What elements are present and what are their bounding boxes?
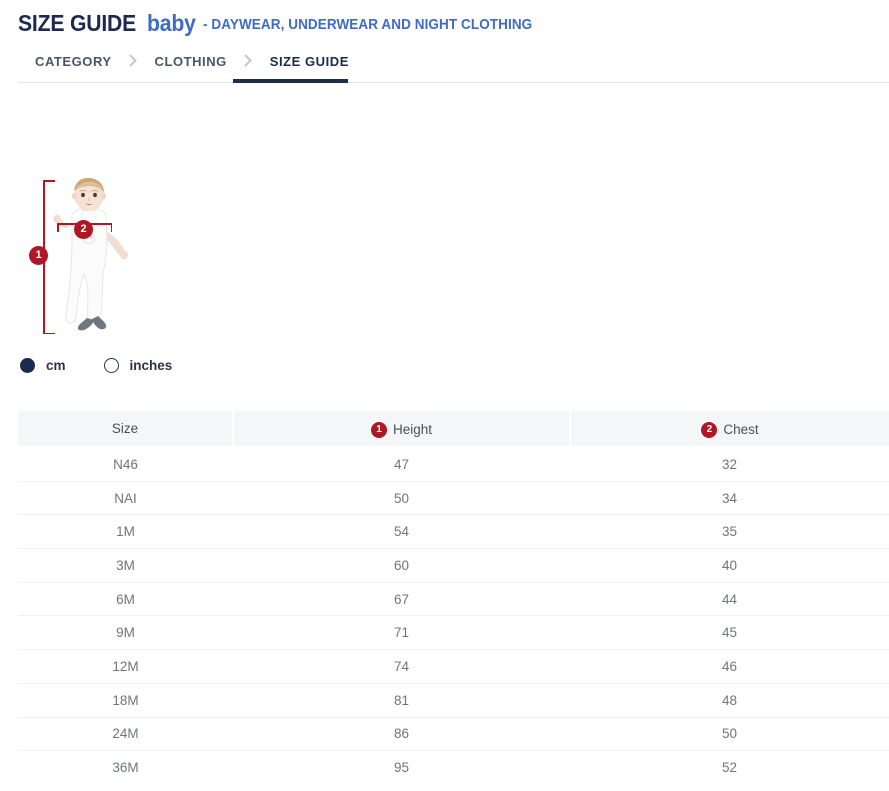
unit-selector: cm inches	[20, 358, 210, 373]
cell-chest: 32	[570, 447, 889, 481]
cell-chest: 34	[570, 481, 889, 515]
page-title-main: SIZE GUIDE	[18, 12, 136, 35]
cell-height: 95	[233, 751, 570, 784]
table-row: 36M 95 52	[18, 751, 889, 784]
radio-cm[interactable]	[20, 358, 35, 373]
breadcrumb-item-category[interactable]: CATEGORY	[35, 50, 112, 81]
size-guide-table: Size 1 Height 2 Chest N46 47 32	[18, 411, 889, 784]
cell-size: 6M	[18, 582, 233, 616]
column-badge-2: 2	[701, 422, 717, 438]
column-header-height: 1 Height	[233, 411, 570, 447]
cell-size: NAI	[18, 481, 233, 515]
height-measure-cap-bottom	[43, 333, 55, 335]
breadcrumb-item-clothing[interactable]: CLOTHING	[155, 50, 227, 81]
page-title-tagline: - DAYWEAR, UNDERWEAR AND NIGHT CLOTHING	[203, 17, 532, 32]
cell-height: 67	[233, 582, 570, 616]
table-body: N46 47 32 NAI 50 34 1M 54 35 3M 60 40 6M…	[18, 447, 889, 784]
measure-marker-2: 2	[74, 220, 93, 239]
page-header: SIZE GUIDE baby - DAYWEAR, UNDERWEAR AND N…	[0, 0, 889, 35]
cell-chest: 44	[570, 582, 889, 616]
column-header-chest-label: Chest	[723, 422, 758, 437]
unit-option-cm-label: cm	[46, 358, 66, 373]
cell-height: 50	[233, 481, 570, 515]
breadcrumb: CATEGORY CLOTHING SIZE GUIDE	[0, 50, 889, 83]
cell-height: 54	[233, 515, 570, 549]
column-badge-1: 1	[371, 422, 387, 438]
column-header-size: Size	[18, 411, 233, 447]
cell-chest: 46	[570, 650, 889, 684]
cell-size: 18M	[18, 683, 233, 717]
cell-chest: 48	[570, 683, 889, 717]
cell-chest: 45	[570, 616, 889, 650]
baby-illustration	[46, 178, 132, 333]
cell-chest: 35	[570, 515, 889, 549]
chevron-right-icon-2	[231, 50, 265, 67]
active-tab-indicator	[233, 79, 348, 83]
height-measure-cap-top	[43, 180, 55, 182]
cell-height: 47	[233, 447, 570, 481]
cell-chest: 52	[570, 751, 889, 784]
table-row: 9M 71 45	[18, 616, 889, 650]
measure-marker-1: 1	[29, 246, 48, 265]
unit-option-inches[interactable]: inches	[104, 358, 173, 373]
unit-option-cm[interactable]: cm	[20, 358, 66, 373]
table-header: Size 1 Height 2 Chest	[18, 411, 889, 447]
column-header-size-label: Size	[112, 421, 138, 436]
cell-size: 9M	[18, 616, 233, 650]
cell-chest: 50	[570, 717, 889, 751]
chest-measure-tick-left	[57, 223, 59, 232]
cell-height: 71	[233, 616, 570, 650]
breadcrumb-item-size-guide[interactable]: SIZE GUIDE	[270, 50, 349, 81]
chevron-right-icon	[116, 50, 150, 67]
cell-size: 1M	[18, 515, 233, 549]
cell-height: 86	[233, 717, 570, 751]
measurement-figure: 1 2	[0, 178, 889, 348]
cell-height: 60	[233, 549, 570, 583]
table-header-row: Size 1 Height 2 Chest	[18, 411, 889, 447]
cell-size: 24M	[18, 717, 233, 751]
table-row: N46 47 32	[18, 447, 889, 481]
cell-size: 3M	[18, 549, 233, 583]
cell-height: 81	[233, 683, 570, 717]
cell-size: 36M	[18, 751, 233, 784]
page-title: SIZE GUIDE baby - DAYWEAR, UNDERWEAR AND N…	[18, 12, 889, 35]
table-row: NAI 50 34	[18, 481, 889, 515]
table-row: 12M 74 46	[18, 650, 889, 684]
table-row: 24M 86 50	[18, 717, 889, 751]
chest-measure-tick-right	[111, 223, 113, 232]
cell-chest: 40	[570, 549, 889, 583]
cell-size: 12M	[18, 650, 233, 684]
column-header-chest: 2 Chest	[570, 411, 889, 447]
table-row: 1M 54 35	[18, 515, 889, 549]
cell-size: N46	[18, 447, 233, 481]
radio-inches[interactable]	[104, 358, 119, 373]
table-row: 6M 67 44	[18, 582, 889, 616]
cell-height: 74	[233, 650, 570, 684]
table-row: 3M 60 40	[18, 549, 889, 583]
table-row: 18M 81 48	[18, 683, 889, 717]
page-title-category: baby	[147, 12, 196, 35]
unit-option-inches-label: inches	[130, 358, 173, 373]
column-header-height-label: Height	[393, 422, 432, 437]
breadcrumb-divider	[18, 82, 889, 83]
